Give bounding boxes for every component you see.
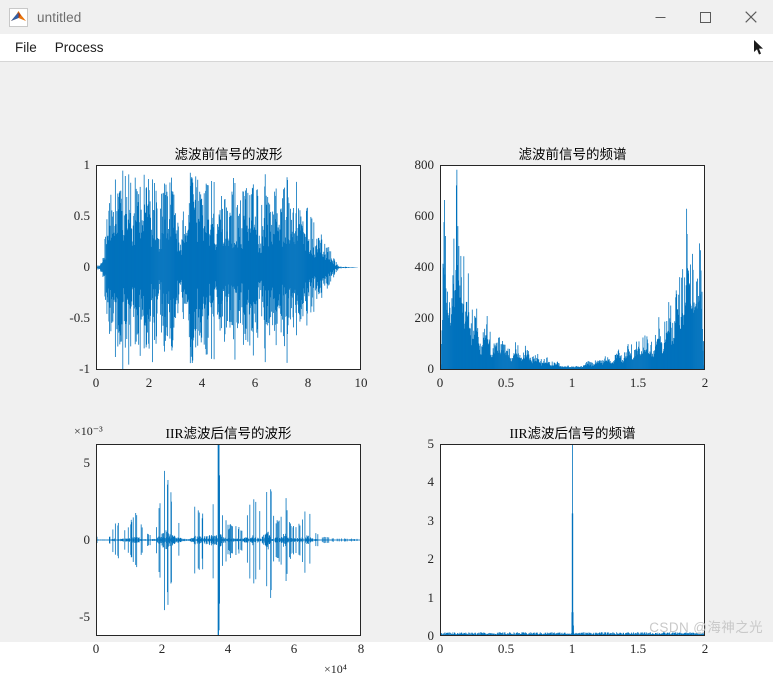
menu-file[interactable]: File (6, 37, 46, 58)
plot-area[interactable] (96, 444, 361, 636)
y-tick: 200 (414, 310, 435, 325)
plot-title: IIR滤波后信号的频谱 (509, 426, 636, 441)
x-tick: 0 (92, 375, 100, 390)
y-tick: 2 (427, 551, 435, 566)
y-tick: 3 (427, 513, 435, 528)
title-bar: untitled (0, 0, 773, 34)
y-tick: -5 (79, 609, 90, 624)
y-tick: 4 (427, 474, 435, 489)
y-tick: 1 (427, 590, 435, 605)
y-tick: 800 (414, 157, 435, 172)
y-tick: 1 (83, 157, 91, 172)
x-tick: 6 (251, 375, 259, 390)
y-tick: 600 (414, 208, 435, 223)
y-tick: 0.5 (73, 208, 90, 223)
x-tick: 0 (92, 641, 100, 656)
waveform-after-svg (97, 445, 360, 635)
window-controls (638, 0, 773, 34)
x-tick: 2 (158, 641, 166, 656)
x-tick: 2 (145, 375, 153, 390)
plot-area[interactable] (440, 165, 705, 370)
y-tick: -0.5 (69, 310, 90, 325)
x-tick: 4 (198, 375, 206, 390)
x-tick: 0.5 (497, 375, 515, 390)
mouse-pointer-icon (753, 40, 765, 56)
x-tick: 0 (436, 375, 444, 390)
plot-area[interactable] (440, 444, 705, 636)
matlab-figure-icon (9, 7, 28, 27)
x-axis-exponent: ×10⁴ (324, 662, 347, 676)
y-tick: 5 (83, 455, 91, 470)
waveform-before-svg (97, 170, 360, 369)
x-tick: 2 (701, 641, 709, 656)
x-tick: 1.5 (629, 641, 647, 656)
x-tick: 0 (436, 641, 444, 656)
x-tick: 8 (304, 375, 312, 390)
title-bar-left: untitled (0, 7, 82, 27)
plot-waveform-before: 滤波前信号的波形 1 0.5 0 -0.5 -1 0 2 4 6 8 10 (69, 147, 367, 390)
figure-canvas: 滤波前信号的波形 1 0.5 0 -0.5 -1 0 2 4 6 8 10 滤波… (0, 62, 773, 676)
x-tick: 1.5 (629, 375, 647, 390)
y-tick: 0 (83, 259, 91, 274)
plot-title: 滤波前信号的波形 (174, 147, 283, 162)
x-tick: 10 (354, 375, 368, 390)
x-tick: 6 (290, 641, 298, 656)
maximize-icon[interactable] (683, 0, 728, 34)
csdn-watermark: CSDN @海神之光 (649, 620, 763, 635)
close-icon[interactable] (728, 0, 773, 34)
y-tick: 0 (83, 532, 91, 547)
plot-waveform-after: IIR滤波后信号的波形 ×10⁻³ 5 0 -5 0 2 4 6 8 ×10⁴ (74, 424, 364, 676)
spectrum-before-svg (441, 169, 704, 369)
window-title: untitled (37, 9, 82, 25)
y-axis-exponent: ×10⁻³ (74, 424, 103, 438)
plot-title: 滤波前信号的频谱 (518, 147, 627, 162)
y-tick: 5 (427, 436, 435, 451)
x-tick: 2 (701, 375, 709, 390)
x-tick: 0.5 (497, 641, 515, 656)
x-tick: 1 (568, 375, 576, 390)
plot-spectrum-after: IIR滤波后信号的频谱 5 4 3 2 1 0 0 0.5 1 1.5 2 (428, 426, 709, 656)
x-tick: 4 (224, 641, 232, 656)
menu-bar: File Process (0, 34, 773, 62)
x-tick: 8 (357, 641, 365, 656)
plot-title: IIR滤波后信号的波形 (165, 426, 292, 441)
plot-spectrum-before: 滤波前信号的频谱 800 600 400 200 0 0 0.5 1 1.5 2 (415, 147, 709, 390)
y-tick: 400 (414, 259, 435, 274)
minimize-icon[interactable] (638, 0, 683, 34)
plot-area[interactable] (96, 165, 361, 370)
figure-window: untitled File Process 滤波前信号的波形 1 0.5 0 -… (0, 0, 773, 676)
menu-process[interactable]: Process (46, 37, 113, 58)
spectrum-after-svg (441, 445, 704, 635)
x-tick: 1 (568, 641, 576, 656)
